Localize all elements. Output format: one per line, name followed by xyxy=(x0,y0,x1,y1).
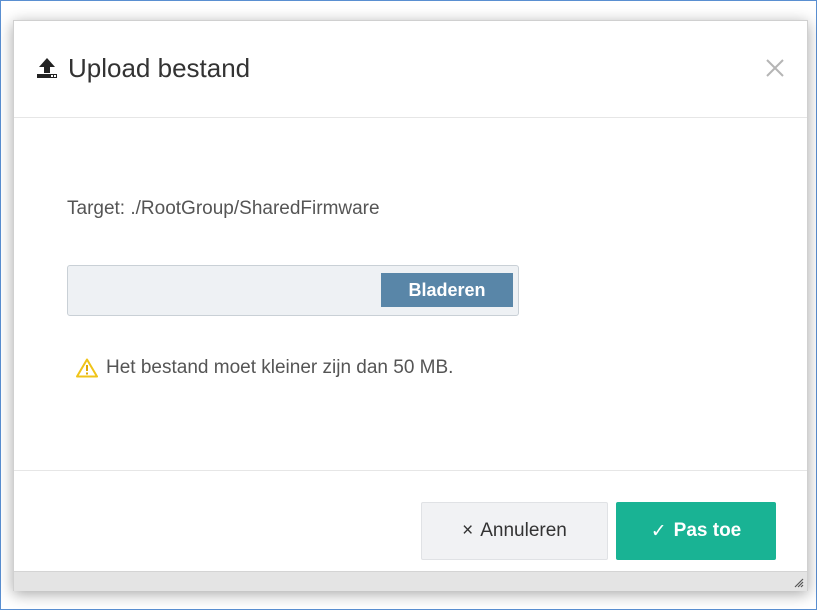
dialog-status-strip xyxy=(14,571,807,591)
cancel-button-label: Annuleren xyxy=(480,520,567,541)
target-path-text: Target: ./RootGroup/SharedFirmware xyxy=(67,198,380,219)
checkmark-icon: ✓ xyxy=(650,520,667,542)
upload-dialog: Upload bestand Target: ./RootGroup/Share… xyxy=(13,20,808,591)
warning-icon xyxy=(76,358,98,378)
size-warning: Het bestand moet kleiner zijn dan 50 MB. xyxy=(76,355,453,381)
close-small-icon: × xyxy=(462,520,474,541)
file-picker[interactable]: Bladeren xyxy=(67,265,519,316)
dialog-title: Upload bestand xyxy=(68,53,251,83)
resize-grip-icon[interactable] xyxy=(792,576,804,588)
apply-button-label: Pas toe xyxy=(673,520,742,541)
upload-icon xyxy=(37,58,57,78)
close-icon[interactable] xyxy=(764,57,786,79)
apply-button[interactable]: ✓ Pas toe xyxy=(616,502,776,560)
cancel-button[interactable]: × Annuleren xyxy=(421,502,608,560)
warning-text: Het bestand moet kleiner zijn dan 50 MB. xyxy=(106,357,454,378)
file-name-field[interactable] xyxy=(68,266,380,315)
dialog-header: Upload bestand xyxy=(14,21,807,118)
browse-button[interactable]: Bladeren xyxy=(381,273,513,307)
